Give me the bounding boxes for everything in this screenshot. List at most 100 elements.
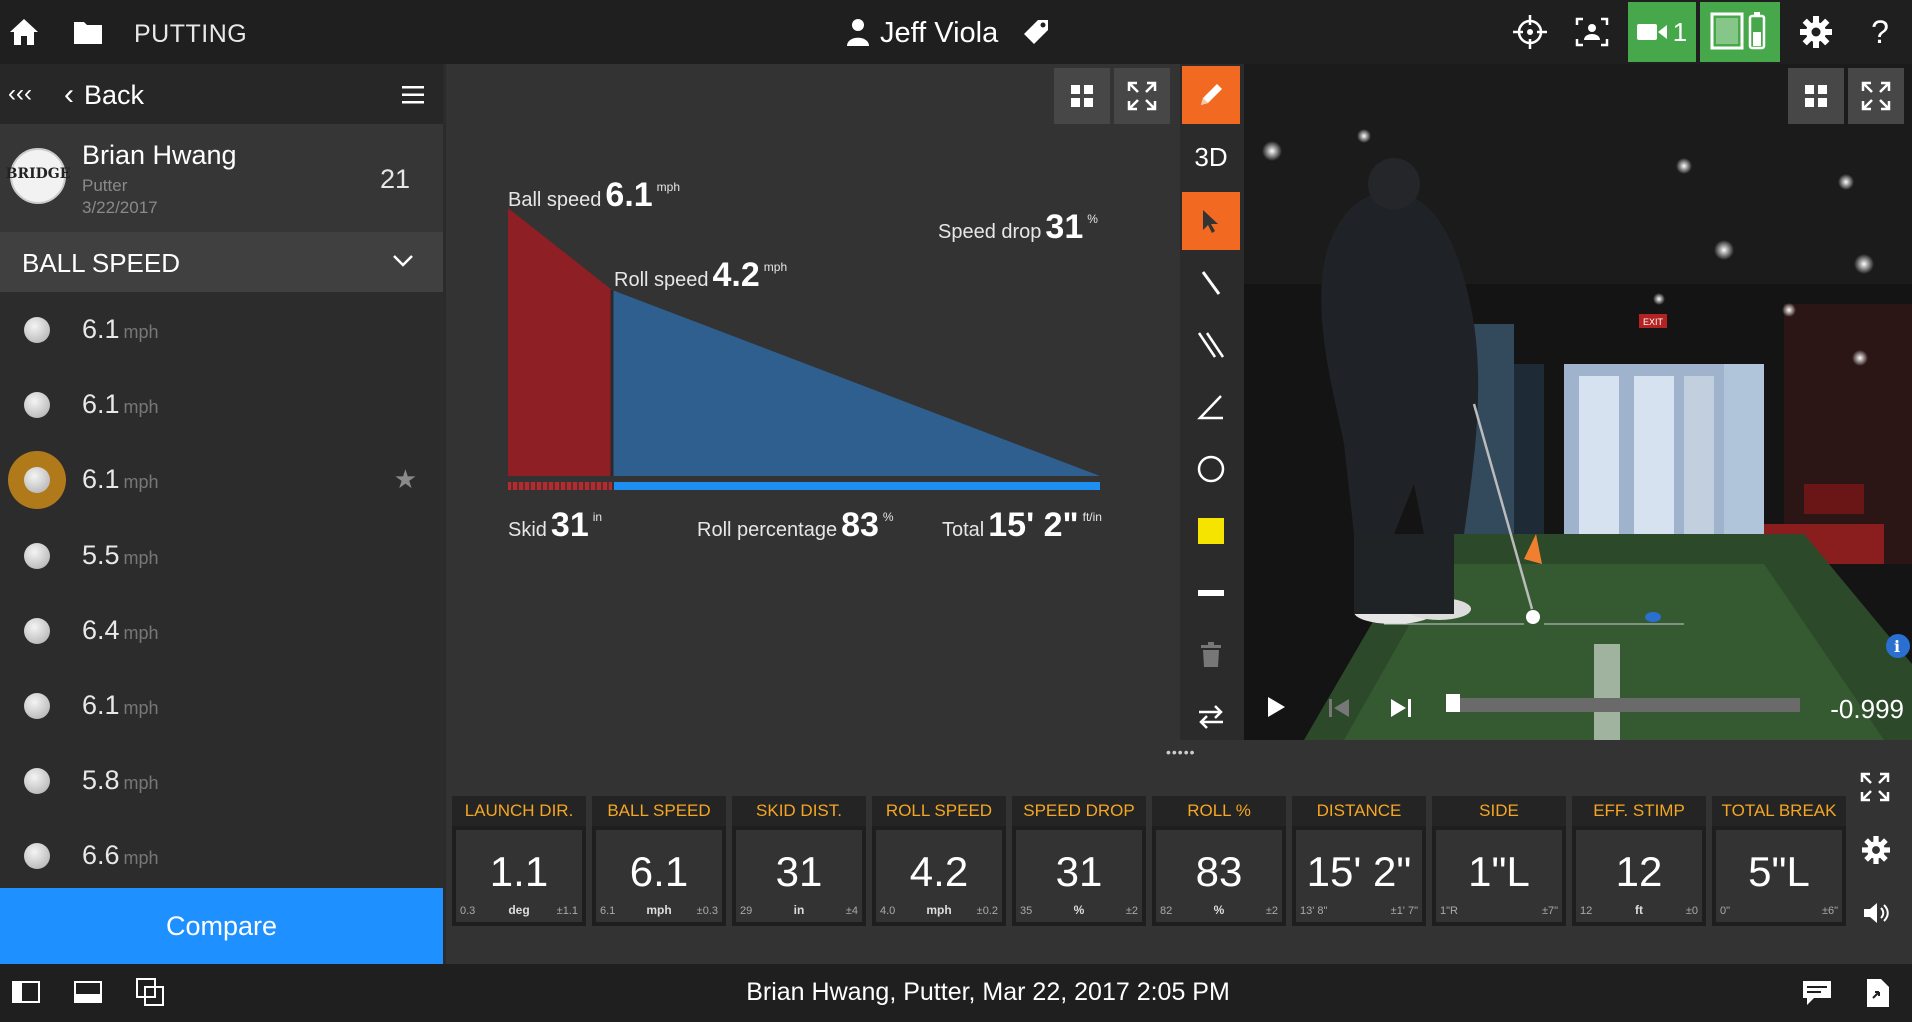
stats-expand-icon[interactable] xyxy=(1860,772,1890,802)
stat-header: ROLL % xyxy=(1152,796,1286,826)
metric-selector[interactable]: BALL SPEED xyxy=(0,232,443,292)
crosshair-icon[interactable] xyxy=(1512,14,1548,50)
speed-drop-text: Speed drop 31% xyxy=(938,208,1098,246)
comment-icon[interactable] xyxy=(1802,980,1832,1006)
compare-button[interactable]: Compare xyxy=(0,888,443,964)
shot-list-item[interactable]: 6.1 mph xyxy=(0,367,443,442)
menu-icon[interactable] xyxy=(402,86,424,104)
session-summary: Brian Hwang, Putter, Mar 22, 2017 2:05 P… xyxy=(746,978,1230,1006)
star-icon[interactable]: ★ xyxy=(394,464,417,495)
shot-ball-icon xyxy=(24,392,50,419)
play-icon[interactable] xyxy=(1266,696,1286,718)
shot-list-item[interactable]: 6.6 mph xyxy=(0,818,443,893)
circle-tool-icon[interactable] xyxy=(1182,440,1240,498)
roll-bar xyxy=(614,482,1100,490)
stat-tolerance: ±0.3 xyxy=(696,905,718,917)
video-expand-icon[interactable] xyxy=(1848,68,1904,124)
stat-value: 31 xyxy=(1055,848,1103,895)
camera-button[interactable]: 1 xyxy=(1628,2,1696,62)
stat-tolerance: ±6" xyxy=(1821,905,1838,917)
speaker-icon[interactable] xyxy=(1862,900,1890,926)
pencil-icon[interactable] xyxy=(1182,66,1240,124)
stat-header: LAUNCH DIR. xyxy=(452,796,586,826)
stat-tolerance: ±1.1 xyxy=(556,905,578,917)
color-swatch[interactable] xyxy=(1182,502,1240,560)
help-icon[interactable]: ? xyxy=(1862,14,1898,50)
player-name: Brian Hwang xyxy=(82,140,237,170)
export-icon[interactable] xyxy=(1866,978,1890,1008)
roll-speed-text: Roll speed 4.2 mph xyxy=(614,256,788,294)
stat-body: 5"L 0" ±6" xyxy=(1716,830,1842,922)
user-name[interactable]: Jeff Viola xyxy=(880,17,998,50)
stat-tile[interactable]: EFF. STIMP 12 12 ft ±0 xyxy=(1572,796,1706,926)
trash-icon[interactable] xyxy=(1182,626,1240,684)
skid-region xyxy=(508,208,612,476)
stat-header: EFF. STIMP xyxy=(1572,796,1706,826)
shot-list-item[interactable]: 5.5 mph xyxy=(0,518,443,593)
shot-ball-icon xyxy=(24,768,50,795)
shot-list-item[interactable]: 6.1 mph xyxy=(0,668,443,743)
stat-tolerance: ±7" xyxy=(1541,905,1558,917)
stats-settings-icon[interactable] xyxy=(1862,836,1890,864)
resize-handle[interactable]: ••••• xyxy=(1166,744,1196,760)
stat-tolerance: ±0 xyxy=(1685,905,1698,917)
stat-body: 15' 2" 13' 8" ±1' 7" xyxy=(1296,830,1422,922)
shot-list-item[interactable]: 6.4 mph xyxy=(0,593,443,668)
stat-tile[interactable]: LAUNCH DIR. 1.1 0.3 deg ±1.1 xyxy=(452,796,586,926)
sidebar-header: ‹‹‹ ‹ Back xyxy=(0,64,443,124)
stat-value: 12 xyxy=(1615,848,1663,895)
stat-low: 1"R xyxy=(1440,905,1458,917)
shot-value: 6.1 mph xyxy=(82,389,159,420)
stat-tile[interactable]: DISTANCE 15' 2" 13' 8" ±1' 7" xyxy=(1292,796,1426,926)
stat-body: 12 12 ft ±0 xyxy=(1576,830,1702,922)
stat-body: 1.1 0.3 deg ±1.1 xyxy=(456,830,582,922)
roll-region xyxy=(612,290,1100,476)
shot-list-item[interactable]: 6.1 mph xyxy=(0,292,443,367)
stat-tile[interactable]: SPEED DROP 31 35% ±2 xyxy=(1012,796,1146,926)
device-status-button[interactable] xyxy=(1700,2,1780,62)
parallel-lines-icon[interactable] xyxy=(1182,316,1240,374)
skip-back-icon[interactable] xyxy=(1328,698,1350,718)
skid-text: Skid 31 in xyxy=(508,506,603,544)
stat-tile[interactable]: BALL SPEED 6.1 6.1 mph ±0.3 xyxy=(592,796,726,926)
video-scrubber[interactable] xyxy=(1446,694,1800,712)
back-button[interactable]: Back xyxy=(84,80,144,111)
shot-value: 6.6 mph xyxy=(82,840,159,871)
stat-header: DISTANCE xyxy=(1292,796,1426,826)
folder-icon[interactable] xyxy=(70,14,106,50)
3d-view-button[interactable]: 3D xyxy=(1182,128,1240,186)
shot-list-item[interactable]: 5.8 mph xyxy=(0,743,443,818)
pointer-icon[interactable] xyxy=(1182,192,1240,250)
collapse-sidebar-icon[interactable]: ‹‹‹ xyxy=(8,80,32,108)
swap-icon[interactable] xyxy=(1182,688,1240,746)
shot-value: 6.1 mph xyxy=(82,464,159,495)
stat-unit: in xyxy=(793,903,805,917)
stat-tile[interactable]: SKID DIST. 31 29 in ±4 xyxy=(732,796,866,926)
stat-tile[interactable]: SIDE 1"L 1"R ±7" xyxy=(1432,796,1566,926)
video-player[interactable]: EXIT i -0.999 xyxy=(1244,64,1912,740)
angle-tool-icon[interactable] xyxy=(1182,378,1240,436)
skip-forward-icon[interactable] xyxy=(1390,698,1412,718)
stat-tile[interactable]: ROLL % 83 82% ±2 xyxy=(1152,796,1286,926)
video-grid-icon[interactable] xyxy=(1788,68,1844,124)
stat-tile[interactable]: TOTAL BREAK 5"L 0" ±6" xyxy=(1712,796,1846,926)
stat-body: 31 29 in ±4 xyxy=(736,830,862,922)
stat-header: BALL SPEED xyxy=(592,796,726,826)
stat-header: SIDE xyxy=(1432,796,1566,826)
stat-body: 31 35% ±2 xyxy=(1016,830,1142,922)
line-tool-icon[interactable] xyxy=(1182,254,1240,312)
svg-text:EXIT: EXIT xyxy=(1643,317,1664,327)
app-title: PUTTING xyxy=(134,20,248,48)
top-bar: PUTTING Jeff Viola 1 ? xyxy=(0,0,1912,64)
line-width-icon[interactable] xyxy=(1182,564,1240,622)
tag-icon[interactable] xyxy=(1018,14,1054,50)
home-icon[interactable] xyxy=(6,14,42,50)
shot-list-item[interactable]: 6.1 mph ★ xyxy=(0,442,443,517)
scrubber-handle[interactable] xyxy=(1446,694,1460,712)
stat-tile[interactable]: ROLL SPEED 4.2 4.0 mph ±0.2 xyxy=(872,796,1006,926)
gear-icon[interactable] xyxy=(1798,14,1834,50)
chevron-left-icon[interactable]: ‹ xyxy=(64,78,74,112)
speed-diagram xyxy=(508,208,1100,490)
player-focus-icon[interactable] xyxy=(1574,14,1610,50)
stat-body: 83 82% ±2 xyxy=(1156,830,1282,922)
